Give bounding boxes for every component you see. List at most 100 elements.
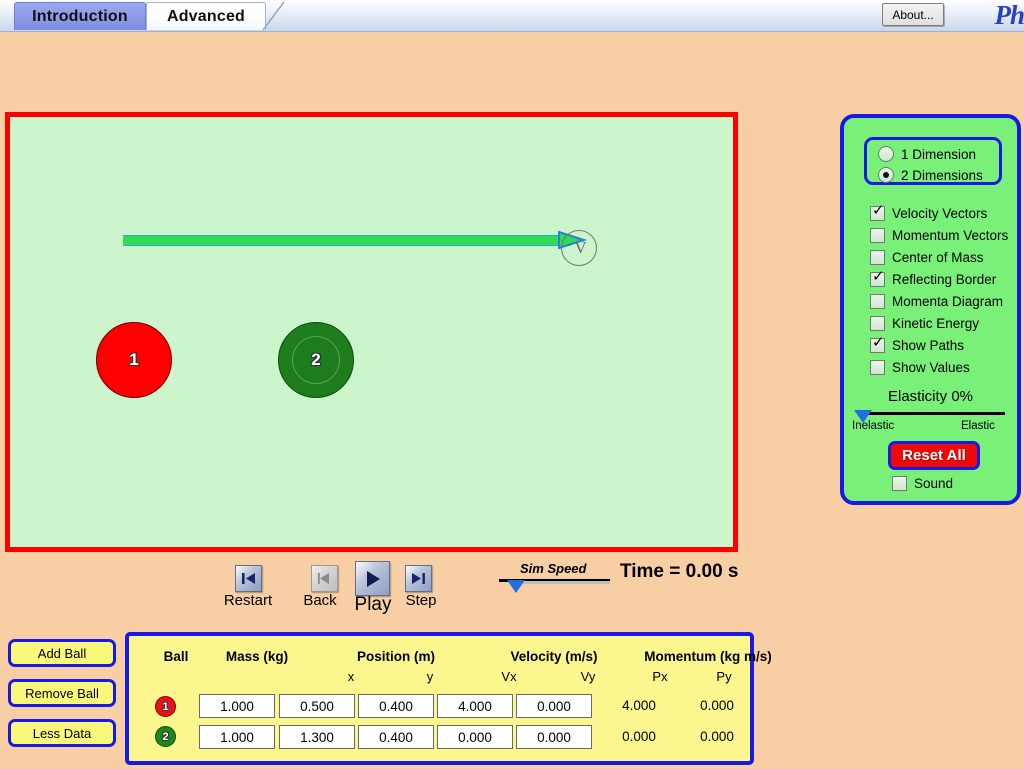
table-row-1-momentum-py: 0.000 <box>700 698 734 713</box>
about-button-label: About... <box>892 7 934 22</box>
checkbox-show-values[interactable]: Show Values <box>870 360 970 375</box>
add-ball-button[interactable]: Add Ball <box>8 639 116 667</box>
subheader-position-x: x <box>347 669 355 684</box>
tab-slant-decoration <box>262 1 285 31</box>
collision-lab-app: Introduction Advanced About... Ph V 1 2 … <box>0 0 1024 769</box>
checkbox-center-of-mass-box <box>870 250 885 265</box>
velocity-vector-tip-circle: V <box>561 230 597 266</box>
checkbox-sound[interactable]: Sound <box>892 476 953 491</box>
sim-speed-track-remainder[interactable] <box>510 581 610 584</box>
control-panel: 1 Dimension 2 Dimensions ✓ Velocity Vect… <box>840 114 1021 505</box>
restart-label: Restart <box>223 592 273 609</box>
checkbox-kinetic-energy-label: Kinetic Energy <box>892 316 980 331</box>
check-mark-icon: ✓ <box>872 333 885 351</box>
checkbox-reflecting-border[interactable]: ✓ Reflecting Border <box>870 267 997 287</box>
checkbox-reflecting-border-box: ✓ <box>870 267 885 287</box>
sim-speed-slider-thumb[interactable] <box>507 580 525 593</box>
ball-1-body[interactable]: 1 <box>96 322 172 398</box>
dimension-radio-group: 1 Dimension 2 Dimensions <box>864 137 1002 185</box>
checkbox-sound-label: Sound <box>914 476 954 491</box>
less-data-button[interactable]: Less Data <box>8 719 116 747</box>
add-ball-label: Add Ball <box>37 645 87 661</box>
ball-2-body[interactable]: 2 <box>278 322 354 398</box>
checkbox-kinetic-energy-box <box>870 316 885 331</box>
checkbox-center-of-mass-label: Center of Mass <box>892 250 984 265</box>
remove-ball-button[interactable]: Remove Ball <box>8 679 116 707</box>
table-row-1-mass-input[interactable]: 1.000 <box>199 694 275 718</box>
ball-2-inner-ring <box>292 336 340 384</box>
table-row-2-momentum-py: 0.000 <box>700 729 734 744</box>
play-icon <box>366 570 380 587</box>
column-header-position: Position (m) <box>357 649 435 664</box>
subheader-velocity-vy: Vy <box>580 669 596 684</box>
back-icon <box>318 573 329 584</box>
checkbox-show-paths[interactable]: ✓ Show Paths <box>870 333 965 353</box>
subheader-velocity-vx: Vx <box>501 669 517 684</box>
radio-selected-dot <box>883 172 889 178</box>
checkbox-show-values-box <box>870 360 885 375</box>
radio-2-dimensions[interactable]: 2 Dimensions <box>878 167 983 183</box>
table-row-1-ball-badge: 1 <box>155 696 176 717</box>
table-row-2-mass-input[interactable]: 1.000 <box>199 725 275 749</box>
tab-introduction-label: Introduction <box>32 7 128 25</box>
elasticity-max-label: Elastic <box>961 420 995 432</box>
about-button[interactable]: About... <box>882 3 944 26</box>
sim-speed-label: Sim Speed <box>520 561 587 576</box>
table-row-2-position-x-input[interactable]: 1.300 <box>279 725 355 749</box>
less-data-label: Less Data <box>32 725 92 741</box>
radio-2-dimensions-icon <box>878 167 894 183</box>
elasticity-min-label: Inelastic <box>852 420 895 432</box>
table-row-2-velocity-vy-input[interactable]: 0.000 <box>516 725 592 749</box>
table-row-2-velocity-vx-input[interactable]: 0.000 <box>437 725 513 749</box>
checkbox-kinetic-energy[interactable]: Kinetic Energy <box>870 316 979 331</box>
checkbox-momenta-diagram[interactable]: Momenta Diagram <box>870 294 1003 309</box>
checkbox-center-of-mass[interactable]: Center of Mass <box>870 250 984 265</box>
step-icon <box>412 573 425 584</box>
table-row-1-badge-label: 1 <box>162 700 169 713</box>
restart-button[interactable] <box>235 565 262 592</box>
elasticity-slider-track[interactable] <box>860 412 1005 415</box>
checkbox-show-paths-label: Show Paths <box>892 338 965 353</box>
radio-1-dimension-icon <box>878 146 894 162</box>
ball-1-label: 1 <box>129 350 139 369</box>
reset-all-button[interactable]: Reset All <box>888 441 980 470</box>
column-header-ball: Ball <box>163 649 189 664</box>
step-button[interactable] <box>405 565 432 592</box>
velocity-vector-letter: V <box>574 238 587 257</box>
check-mark-icon: ✓ <box>872 267 885 285</box>
ball-data-table: Ball Mass (kg) Position (m) Velocity (m/… <box>125 632 772 765</box>
restart-icon <box>242 573 255 584</box>
table-row-2-ball-badge: 2 <box>155 726 176 747</box>
step-label: Step <box>405 592 437 609</box>
radio-2-dimensions-label: 2 Dimensions <box>901 167 983 183</box>
table-row-1-position-y-input[interactable]: 0.400 <box>358 694 434 718</box>
column-header-momentum: Momentum (kg m/s) <box>644 649 772 664</box>
checkbox-momentum-vectors[interactable]: Momentum Vectors <box>870 228 1008 243</box>
phet-logo-text: Ph <box>994 0 1024 30</box>
table-row-1-position-x-input[interactable]: 0.500 <box>279 694 355 718</box>
table-row-1-velocity-vx-input[interactable]: 4.000 <box>437 694 513 718</box>
tab-advanced[interactable]: Advanced <box>146 2 266 30</box>
elasticity-title: Elasticity 0% <box>887 388 974 405</box>
checkbox-velocity-vectors[interactable]: ✓ Velocity Vectors <box>870 203 988 221</box>
radio-1-dimension-label: 1 Dimension <box>901 146 977 162</box>
simulation-play-area[interactable]: V 1 2 <box>5 112 738 552</box>
checkbox-velocity-vectors-label: Velocity Vectors <box>892 206 988 221</box>
back-button[interactable] <box>311 565 338 592</box>
table-row-1-velocity-vy-input[interactable]: 0.000 <box>516 694 592 718</box>
tab-introduction[interactable]: Introduction <box>14 2 146 30</box>
subheader-position-y: y <box>426 669 434 684</box>
checkbox-sound-box <box>892 476 907 491</box>
tab-bar: Introduction Advanced About... Ph <box>0 0 1024 32</box>
column-header-mass: Mass (kg) <box>225 649 289 664</box>
subheader-momentum-py: Py <box>716 669 732 684</box>
checkbox-reflecting-border-label: Reflecting Border <box>892 272 997 287</box>
velocity-vector-shaft[interactable] <box>123 235 570 246</box>
column-header-velocity: Velocity (m/s) <box>510 649 598 664</box>
play-button[interactable] <box>355 561 390 596</box>
radio-1-dimension[interactable]: 1 Dimension <box>878 146 976 162</box>
checkbox-momentum-vectors-box <box>870 228 885 243</box>
time-readout: Time = 0.00 s <box>620 561 739 582</box>
phet-logo: Ph <box>994 0 1024 31</box>
table-row-2-position-y-input[interactable]: 0.400 <box>358 725 434 749</box>
